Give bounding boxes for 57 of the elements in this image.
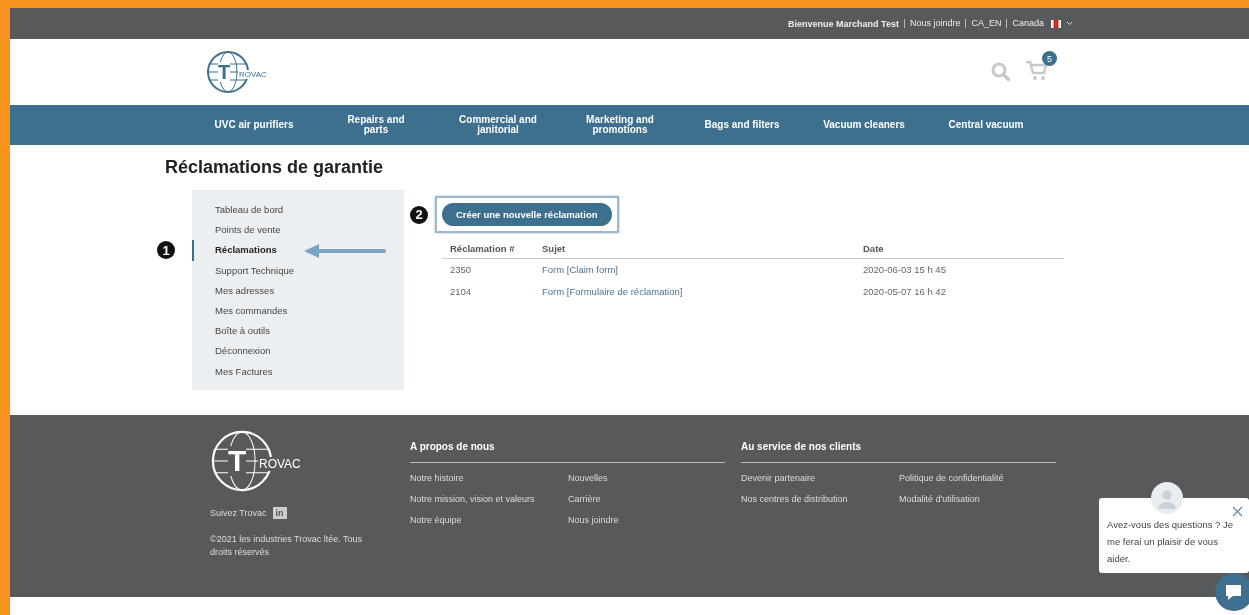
footer-link[interactable]: Notre équipe [410, 515, 568, 525]
table-cell: 2020-06-03 15 h 45 [863, 264, 946, 275]
linkedin-icon[interactable]: in [272, 507, 287, 519]
table-cell: 2104 [450, 286, 472, 297]
footer-link[interactable]: Carrière [568, 494, 725, 504]
sidebar-item[interactable]: Déconnexion [192, 341, 404, 362]
footer-link[interactable]: Notre histoire [410, 473, 568, 483]
chevron-icon[interactable] [1066, 21, 1073, 26]
step-marker: 2 [410, 205, 428, 224]
cart-count-badge: 5 [1042, 51, 1057, 66]
sidebar-item[interactable]: Points de vente [192, 220, 404, 241]
sidebar-item[interactable]: Mes Factures [192, 361, 404, 382]
flag-icon [1051, 19, 1061, 28]
column-header: Sujet [534, 239, 855, 259]
footer-heading: A propos de nous [410, 441, 725, 463]
chat-button[interactable] [1215, 573, 1249, 611]
page-title: Réclamations de garantie [165, 157, 385, 178]
top-link[interactable]: Nous joindre [903, 19, 961, 28]
nav-link[interactable]: Vacuum cleaners [803, 119, 925, 131]
sidebar-item[interactable]: Boîte à outils [192, 321, 404, 342]
table-cell: 2020-05-07 16 h 42 [863, 286, 946, 297]
close-icon[interactable] [1232, 506, 1243, 517]
column-header: Date [855, 239, 1064, 259]
top-link[interactable]: Canada [1006, 19, 1044, 28]
sidebar-item[interactable]: Mes commandes [192, 301, 404, 322]
top-link[interactable]: CA_EN [965, 19, 1002, 28]
footer-logo[interactable]: T ROVAC [210, 429, 410, 493]
footer-link[interactable]: Devenir partenaire [741, 473, 899, 483]
footer-link[interactable]: Nos centres de distribution [741, 494, 899, 504]
welcome-text: Bienvenue Marchand Test [788, 18, 899, 29]
nav-link[interactable]: Marketing and promotions [559, 114, 681, 136]
footer-link[interactable]: Notre mission, vision et valeurs [410, 494, 568, 504]
cart-icon[interactable] [1025, 59, 1049, 81]
footer-link[interactable]: Modalité d'utilisation [899, 494, 1056, 504]
copyright-text: ©2021 les industries Trovac ltée. Tous droits réservés [210, 533, 364, 559]
sidebar-item[interactable]: Tableau de bord [192, 200, 404, 221]
table-cell: 2350 [450, 264, 472, 275]
sidebar-item[interactable]: Support Technique [192, 260, 404, 281]
follow-text: Suivez Trovac [210, 508, 267, 518]
claim-link[interactable]: Form [Claim form] [542, 264, 618, 275]
sidebar-item[interactable]: Mes adresses [192, 280, 404, 301]
step-marker: 1 [157, 241, 175, 259]
nav-link[interactable]: UVC air purifiers [193, 119, 315, 131]
chat-message: Avez-vous des questions ? Je me ferai un plaisir de vous aider. [1107, 518, 1235, 566]
claim-link[interactable]: Form [Formulaire de réclamation] [542, 286, 683, 297]
footer-link[interactable]: Nous joindre [568, 515, 725, 525]
new-claim-button[interactable]: Créer une nouvelle réclamation [442, 203, 612, 226]
avatar-icon [1151, 482, 1183, 514]
nav-link[interactable]: Commercial and janitorial [437, 114, 559, 136]
arrow-icon [304, 244, 386, 258]
column-header: Réclamation # [442, 239, 534, 259]
footer-link[interactable]: Politique de confidentialité [899, 473, 1056, 483]
footer-link[interactable]: Nouvelles [568, 473, 725, 483]
footer-heading: Au service de nos clients [741, 441, 1056, 463]
nav-link[interactable]: Bags and filters [681, 119, 803, 131]
nav-link[interactable]: Repairs and parts [315, 114, 437, 136]
nav-link[interactable]: Central vacuum [925, 119, 1047, 131]
